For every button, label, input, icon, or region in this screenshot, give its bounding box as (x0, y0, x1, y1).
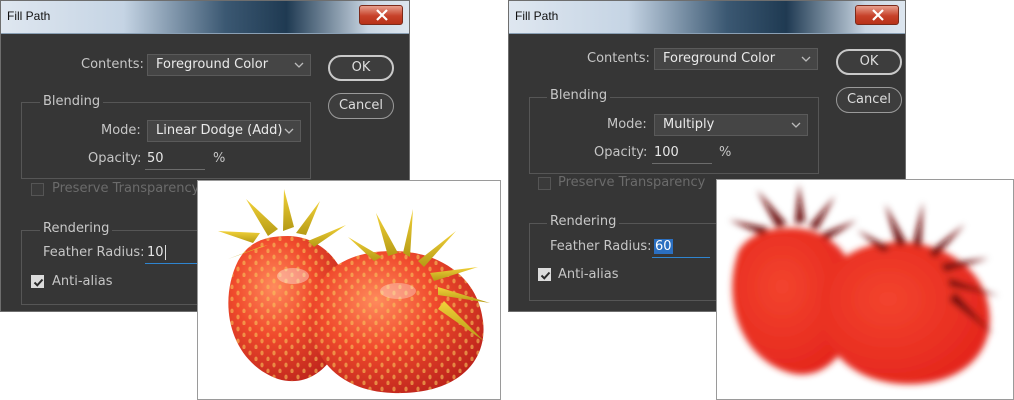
rendering-title: Rendering (40, 221, 113, 236)
feather-radius-label: Feather Radius: (43, 245, 145, 260)
preserve-transparency-checkbox[interactable] (31, 183, 44, 196)
opacity-input[interactable]: 100 (652, 143, 712, 164)
cancel-button[interactable]: Cancel (328, 93, 394, 119)
anti-alias-checkbox[interactable] (538, 268, 551, 281)
contents-value: Foreground Color (156, 57, 269, 72)
strawberries-image (729, 184, 999, 385)
preserve-transparency-label: Preserve Transparency (558, 175, 706, 190)
opacity-unit: % (719, 145, 732, 160)
feather-radius-input[interactable]: 60 (652, 237, 710, 258)
contents-label: Contents: (81, 57, 144, 72)
mode-value: Linear Dodge (Add) (156, 123, 283, 138)
dialog-title: Fill Path (7, 9, 51, 23)
opacity-input[interactable]: 50 (145, 149, 205, 170)
contents-label: Contents: (587, 51, 650, 66)
contents-value: Foreground Color (663, 51, 776, 66)
checkmark-icon (540, 271, 551, 280)
preserve-transparency-checkbox[interactable] (538, 177, 551, 190)
opacity-label: Opacity: (594, 145, 648, 160)
rendering-group (21, 230, 211, 305)
feather-radius-value: 60 (654, 239, 673, 254)
close-button[interactable] (359, 5, 403, 25)
feather-radius-label: Feather Radius: (550, 239, 652, 254)
mode-label: Mode: (607, 117, 647, 132)
contents-select[interactable]: Foreground Color (654, 48, 818, 70)
anti-alias-label: Anti-alias (52, 274, 113, 289)
title-bar: Fill Path (509, 1, 905, 34)
feather-radius-input[interactable]: 10 (145, 243, 203, 264)
strawberry-preview-multiply (716, 179, 1014, 400)
blending-title: Blending (547, 88, 611, 103)
mode-label: Mode: (101, 123, 141, 138)
chevron-down-icon (801, 56, 811, 62)
preserve-transparency-label: Preserve Transparency (52, 181, 200, 196)
checkmark-icon (33, 278, 44, 287)
close-icon (376, 9, 388, 21)
mode-select[interactable]: Linear Dodge (Add) (147, 120, 301, 142)
chevron-down-icon (284, 128, 294, 134)
ok-button[interactable]: OK (328, 55, 394, 81)
anti-alias-checkbox[interactable] (31, 275, 44, 288)
opacity-label: Opacity: (88, 151, 142, 166)
ok-button[interactable]: OK (836, 49, 902, 75)
strawberries-image (218, 189, 490, 394)
chevron-down-icon (294, 62, 304, 68)
blending-title: Blending (40, 94, 104, 109)
close-button[interactable] (855, 5, 899, 25)
opacity-unit: % (213, 151, 226, 166)
rendering-title: Rendering (547, 214, 620, 229)
anti-alias-label: Anti-alias (558, 267, 619, 282)
mode-value: Multiply (663, 117, 715, 132)
dialog-title: Fill Path (515, 9, 559, 23)
contents-select[interactable]: Foreground Color (147, 54, 311, 76)
cancel-button[interactable]: Cancel (836, 87, 902, 113)
close-icon (872, 9, 884, 21)
rendering-group (529, 223, 719, 301)
title-bar: Fill Path (1, 1, 409, 34)
mode-select[interactable]: Multiply (654, 114, 808, 136)
feather-radius-value: 10 (147, 245, 164, 260)
strawberry-preview-linear-dodge (197, 180, 501, 400)
chevron-down-icon (791, 122, 801, 128)
